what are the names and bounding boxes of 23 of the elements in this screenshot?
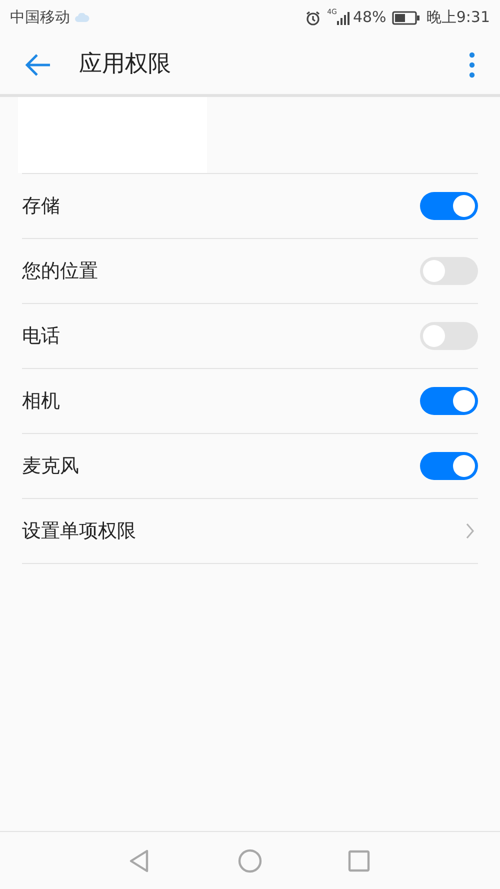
clock-time: 晚上9:31	[426, 7, 490, 28]
back-nav-icon[interactable]	[128, 848, 150, 872]
permission-label: 您的位置	[22, 258, 98, 284]
signal-icon	[336, 10, 351, 24]
permission-label: 设置单项权限	[22, 518, 136, 544]
home-nav-icon[interactable]	[238, 848, 262, 872]
battery-percent: 48%	[352, 7, 386, 28]
recents-nav-icon[interactable]	[348, 850, 370, 872]
permission-label: 电话	[22, 324, 60, 349]
permission-label: 相机	[22, 388, 60, 414]
battery-icon	[392, 10, 420, 24]
toggle-switch[interactable]	[420, 192, 478, 220]
permission-label: 麦克风	[22, 454, 79, 479]
carrier-name: 中国移动	[10, 7, 70, 28]
permission-label: 存储	[22, 194, 60, 219]
page-title: 应用权限	[79, 50, 171, 80]
toggle-switch[interactable]	[420, 322, 478, 350]
cloud-icon	[74, 12, 90, 22]
alarm-icon	[305, 10, 322, 26]
chevron-right-icon	[465, 522, 475, 540]
toggle-switch[interactable]	[420, 452, 478, 480]
toggle-switch[interactable]	[420, 387, 478, 415]
toggle-switch[interactable]	[420, 257, 478, 285]
